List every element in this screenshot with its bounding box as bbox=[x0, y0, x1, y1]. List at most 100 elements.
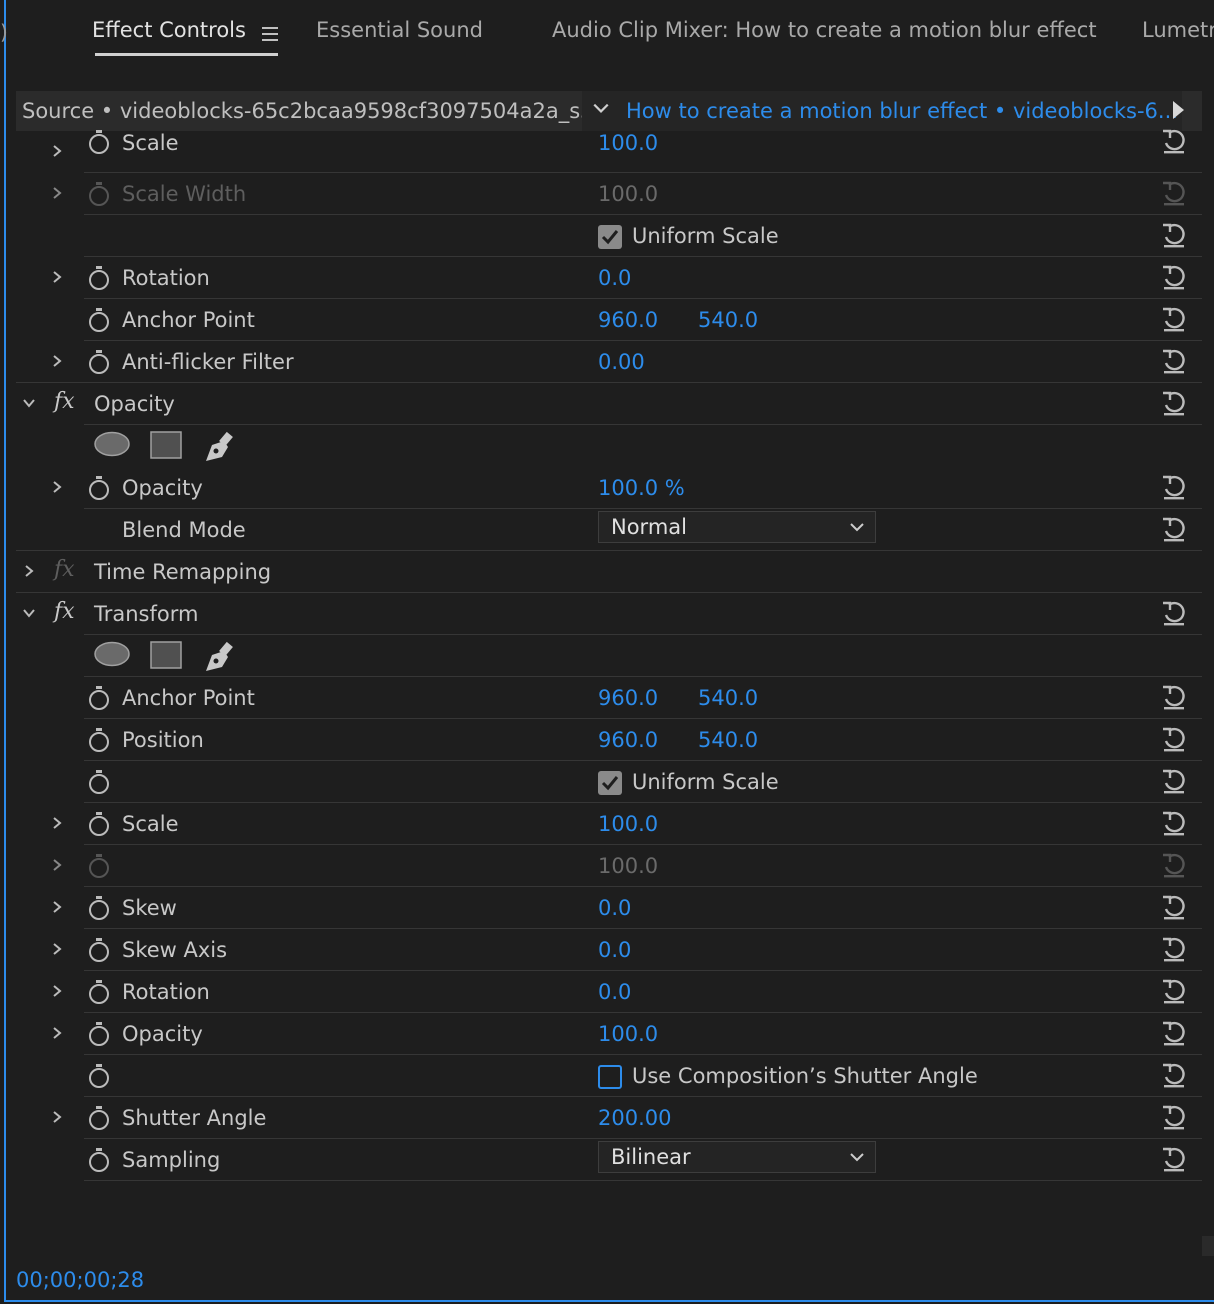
property-value-x[interactable]: 960.0 bbox=[598, 686, 658, 710]
reset-effect-icon[interactable] bbox=[1160, 599, 1188, 627]
fx-toggle-icon[interactable]: fx bbox=[54, 389, 75, 414]
stopwatch-icon[interactable] bbox=[86, 307, 112, 333]
stopwatch-icon[interactable] bbox=[86, 1063, 112, 1089]
property-value[interactable]: 100.0 bbox=[598, 1022, 658, 1046]
reset-parameter-icon[interactable] bbox=[1160, 893, 1188, 921]
blend-mode-dropdown[interactable]: Normal bbox=[598, 511, 876, 543]
reset-parameter-icon[interactable] bbox=[1160, 1061, 1188, 1089]
stopwatch-icon[interactable] bbox=[86, 1147, 112, 1173]
panel-menu-icon[interactable] bbox=[262, 27, 278, 41]
stopwatch-icon[interactable] bbox=[86, 895, 112, 921]
mask-tools-row bbox=[16, 425, 1202, 467]
reset-parameter-icon[interactable] bbox=[1160, 683, 1188, 711]
property-value[interactable]: 100.0 bbox=[598, 812, 658, 836]
tab-lumetri[interactable]: Lumetr bbox=[1142, 18, 1214, 42]
property-value[interactable]: 0.0 bbox=[598, 896, 631, 920]
chevron-down-icon[interactable] bbox=[592, 99, 610, 117]
expand-twirl-icon[interactable] bbox=[50, 900, 64, 914]
tab-effect-controls[interactable]: Effect Controls bbox=[92, 18, 246, 42]
reset-parameter-icon[interactable] bbox=[1160, 767, 1188, 795]
property-value: 100.0 bbox=[598, 854, 659, 878]
property-value-x[interactable]: 960.0 bbox=[598, 308, 658, 332]
reset-parameter-icon[interactable] bbox=[1160, 1145, 1188, 1173]
property-value[interactable]: 100.0 % bbox=[598, 476, 685, 500]
stopwatch-icon[interactable] bbox=[86, 1105, 112, 1131]
uniform-scale-checkbox[interactable] bbox=[598, 771, 622, 795]
sampling-dropdown[interactable]: Bilinear bbox=[598, 1141, 876, 1173]
reset-parameter-icon[interactable] bbox=[1160, 935, 1188, 963]
stopwatch-icon[interactable] bbox=[86, 1021, 112, 1047]
fx-toggle-icon: fx bbox=[54, 557, 75, 582]
reset-parameter-icon[interactable] bbox=[1160, 515, 1188, 543]
reset-parameter-icon[interactable] bbox=[1160, 263, 1188, 291]
ellipse-mask-icon[interactable] bbox=[94, 641, 130, 667]
expand-twirl-icon[interactable] bbox=[50, 480, 64, 494]
reset-parameter-icon bbox=[1160, 851, 1188, 879]
ellipse-mask-icon[interactable] bbox=[94, 431, 130, 457]
stopwatch-icon[interactable] bbox=[86, 769, 112, 795]
reset-parameter-icon[interactable] bbox=[1160, 977, 1188, 1005]
rectangle-mask-icon[interactable] bbox=[150, 431, 182, 459]
play-timeline-icon[interactable] bbox=[1173, 101, 1184, 119]
reset-effect-icon[interactable] bbox=[1160, 389, 1188, 417]
reset-parameter-icon[interactable] bbox=[1160, 725, 1188, 753]
reset-parameter-icon[interactable] bbox=[1160, 809, 1188, 837]
expand-twirl-icon[interactable] bbox=[50, 1026, 64, 1040]
expand-twirl-icon[interactable] bbox=[50, 186, 64, 200]
property-row-transform-uniform-scale: Uniform Scale bbox=[16, 761, 1202, 803]
expand-twirl-icon[interactable] bbox=[50, 942, 64, 956]
property-value[interactable]: 200.00 bbox=[598, 1106, 671, 1130]
property-value[interactable]: 0.00 bbox=[598, 350, 645, 374]
stopwatch-icon[interactable] bbox=[86, 475, 112, 501]
uniform-scale-checkbox[interactable] bbox=[598, 225, 622, 249]
sequence-clip-label[interactable]: How to create a motion blur effect • vid… bbox=[626, 99, 1178, 123]
stopwatch-icon[interactable] bbox=[86, 811, 112, 837]
pen-mask-icon[interactable] bbox=[202, 641, 236, 673]
expand-twirl-icon[interactable] bbox=[50, 1110, 64, 1124]
stopwatch-icon[interactable] bbox=[86, 129, 112, 155]
scrollbar-handle[interactable] bbox=[1202, 1236, 1214, 1256]
stopwatch-icon[interactable] bbox=[86, 265, 112, 291]
reset-parameter-icon[interactable] bbox=[1160, 473, 1188, 501]
reset-parameter-icon[interactable] bbox=[1160, 347, 1188, 375]
reset-parameter-icon[interactable] bbox=[1160, 305, 1188, 333]
composition-shutter-checkbox[interactable] bbox=[598, 1065, 622, 1089]
expand-twirl-icon[interactable] bbox=[50, 816, 64, 830]
source-clip-label[interactable]: Source • videoblocks-65c2bcaa9598cf30975… bbox=[22, 99, 614, 123]
reset-parameter-icon[interactable] bbox=[1160, 127, 1188, 155]
collapse-twirl-icon[interactable] bbox=[22, 396, 36, 410]
clip-header: Source • videoblocks-65c2bcaa9598cf30975… bbox=[16, 91, 1202, 131]
property-value-y[interactable]: 540.0 bbox=[698, 686, 758, 710]
stopwatch-icon[interactable] bbox=[86, 685, 112, 711]
expand-twirl-icon[interactable] bbox=[22, 564, 36, 578]
tab-essential-sound[interactable]: Essential Sound bbox=[316, 18, 483, 42]
reset-parameter-icon[interactable] bbox=[1160, 1019, 1188, 1047]
collapse-twirl-icon[interactable] bbox=[22, 606, 36, 620]
expand-twirl-icon[interactable] bbox=[50, 270, 64, 284]
property-value[interactable]: 0.0 bbox=[598, 938, 631, 962]
property-value[interactable]: 0.0 bbox=[598, 266, 631, 290]
expand-twirl-icon[interactable] bbox=[50, 984, 64, 998]
playhead-timecode[interactable]: 00;00;00;28 bbox=[16, 1268, 144, 1292]
property-value[interactable]: 0.0 bbox=[598, 980, 631, 1004]
expand-twirl-icon[interactable] bbox=[50, 354, 64, 368]
stopwatch-icon[interactable] bbox=[86, 937, 112, 963]
stopwatch-icon[interactable] bbox=[86, 979, 112, 1005]
active-tab-underline bbox=[95, 53, 278, 56]
property-row-sampling: Sampling Bilinear bbox=[16, 1139, 1202, 1181]
reset-parameter-icon[interactable] bbox=[1160, 221, 1188, 249]
reset-parameter-icon[interactable] bbox=[1160, 1103, 1188, 1131]
stopwatch-icon[interactable] bbox=[86, 349, 112, 375]
pen-mask-icon[interactable] bbox=[202, 431, 236, 463]
property-value-y[interactable]: 540.0 bbox=[698, 728, 758, 752]
property-value-x[interactable]: 960.0 bbox=[598, 728, 658, 752]
property-value[interactable]: 100.0 bbox=[598, 131, 658, 155]
stopwatch-icon[interactable] bbox=[86, 727, 112, 753]
tab-audio-clip-mixer[interactable]: Audio Clip Mixer: How to create a motion… bbox=[552, 18, 1097, 42]
rectangle-mask-icon[interactable] bbox=[150, 641, 182, 669]
fx-toggle-icon[interactable]: fx bbox=[54, 599, 75, 624]
expand-twirl-icon[interactable] bbox=[50, 144, 64, 158]
expand-twirl-icon[interactable] bbox=[50, 858, 64, 872]
sequence-selector[interactable]: How to create a motion blur effect • vid… bbox=[582, 91, 1182, 131]
property-value-y[interactable]: 540.0 bbox=[698, 308, 758, 332]
